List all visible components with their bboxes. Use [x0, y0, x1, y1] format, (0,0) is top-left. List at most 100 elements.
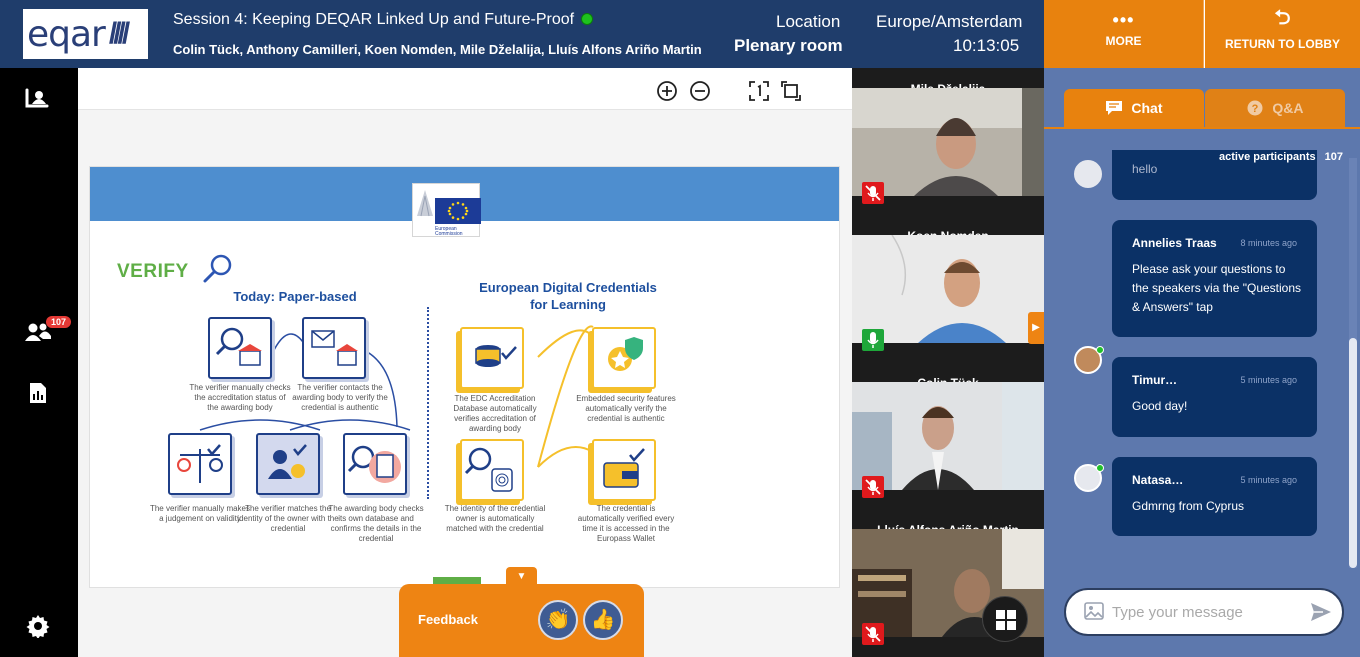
mic-active-icon — [862, 329, 884, 351]
session-title: Session 4: Keeping DEQAR Linked Up and F… — [173, 11, 593, 29]
more-button[interactable]: ••• MORE — [1044, 0, 1204, 68]
presentation-area: European Commission VERIFY Today: Paper-… — [78, 68, 852, 657]
current-time: 10:13:05 — [953, 36, 1020, 55]
active-participants-label: active participants — [1219, 151, 1316, 163]
tab-chat-label: Chat — [1131, 100, 1163, 116]
grid-icon — [996, 610, 1016, 630]
chat-message: Natasa… 5 minutes ago Gdmrng from Cyprus — [1112, 457, 1317, 536]
more-button-label: MORE — [1105, 34, 1142, 48]
settings-gear-icon[interactable] — [26, 614, 50, 643]
chat-message-list: hello Annelies Traas 8 minutes ago Pleas… — [1044, 150, 1344, 560]
chat-message-author: Annelies Traas — [1132, 236, 1217, 250]
mic-muted-icon — [862, 476, 884, 498]
video-tile[interactable]: Koen Nomden — [852, 215, 1044, 362]
chat-message: Annelies Traas 8 minutes ago Please ask … — [1112, 220, 1317, 337]
active-participants: active participants 107 — [1219, 151, 1343, 163]
send-icon[interactable] — [1310, 602, 1332, 622]
session-title-text: Session 4: Keeping DEQAR Linked Up and F… — [173, 11, 575, 28]
caption-manual-check: The verifier manually checks the accredi… — [189, 383, 291, 412]
video-tiles-column: Mile Dželalija Koen Nomden Colin Tück — [852, 68, 1044, 657]
security-medal-icon — [592, 327, 656, 389]
chat-message-text: Gdmrng from Cyprus — [1132, 499, 1245, 513]
actual-size-icon[interactable] — [748, 80, 770, 102]
session-speakers: Colin Tück, Anthony Camilleri, Koen Nomd… — [173, 42, 702, 57]
online-status-icon — [1096, 346, 1104, 354]
wallet-check-icon — [592, 439, 656, 501]
left-sidebar: 107 — [0, 68, 78, 657]
video-feed — [852, 88, 1044, 196]
return-to-lobby-label: RETURN TO LOBBY — [1224, 37, 1341, 51]
report-chart-icon[interactable] — [28, 382, 48, 409]
tab-qa-label: Q&A — [1272, 100, 1304, 116]
caption-security-features: Embedded security features automatically… — [576, 394, 676, 423]
logo-text: eqar — [27, 13, 106, 55]
feedback-label: Feedback — [418, 612, 478, 627]
chat-message-time: 5 minutes ago — [1240, 475, 1297, 485]
question-bubble-icon: ? — [1247, 100, 1263, 116]
search-building-icon — [208, 317, 272, 379]
feedback-panel: Feedback 👏 👍 — [399, 584, 644, 657]
chat-message: Timur… 5 minutes ago Good day! — [1112, 357, 1317, 437]
avatar — [1074, 160, 1102, 188]
return-to-lobby-button[interactable]: ⮌ RETURN TO LOBBY — [1205, 0, 1360, 68]
location-label: Location — [776, 12, 841, 31]
caption-contact-body: The verifier contacts the awarding body … — [292, 383, 388, 412]
contact-card-icon[interactable] — [24, 88, 50, 115]
caption-edc-accreditation: The EDC Accreditation Database automatic… — [453, 394, 537, 433]
search-document-icon — [343, 433, 407, 495]
live-status-icon — [580, 13, 593, 25]
video-next-button[interactable]: ▶ — [1028, 312, 1044, 344]
location-value: Plenary room — [734, 36, 843, 55]
participants-count-badge: 107 — [46, 316, 72, 328]
person-badge-icon — [256, 433, 320, 495]
chat-scrollbar-thumb[interactable] — [1349, 338, 1357, 568]
avatar — [1074, 464, 1104, 492]
video-tile[interactable]: Colin Tück — [852, 362, 1044, 509]
database-check-icon — [460, 327, 524, 389]
fullscreen-icon[interactable] — [780, 80, 802, 102]
caption-identity-match: The identity of the credential owner is … — [444, 504, 546, 533]
video-feed — [852, 382, 1044, 490]
presentation-slide: European Commission VERIFY Today: Paper-… — [89, 166, 840, 588]
avatar — [1074, 346, 1104, 374]
presentation-toolbar — [78, 68, 852, 110]
tab-chat[interactable]: Chat — [1064, 89, 1204, 127]
chat-message-author: Timur… — [1132, 373, 1178, 387]
active-participants-count: 107 — [1324, 151, 1344, 163]
chat-message-text: Good day! — [1132, 399, 1188, 413]
tab-qa[interactable]: ? Q&A — [1205, 89, 1345, 127]
mail-building-icon — [302, 317, 366, 379]
more-dots-icon: ••• — [1112, 10, 1135, 30]
chat-panel: Chat ? Q&A hello Annelies Traas 8 minute… — [1044, 68, 1360, 657]
video-tile[interactable]: Mile Dželalija — [852, 68, 1044, 215]
zoom-in-icon[interactable] — [656, 80, 678, 102]
tab-underline — [1044, 127, 1360, 129]
fingerprint-search-icon — [460, 439, 524, 501]
scales-icon — [168, 433, 232, 495]
online-status-icon — [1096, 464, 1104, 472]
clap-reaction-button[interactable]: 👏 — [538, 600, 578, 640]
mic-muted-icon — [862, 623, 884, 645]
chat-message-text: Please ask your questions to the speaker… — [1132, 262, 1302, 314]
thumbs-up-reaction-button[interactable]: 👍 — [583, 600, 623, 640]
image-attach-icon[interactable] — [1084, 602, 1104, 620]
caption-database-check: The awarding body checks its own databas… — [328, 504, 424, 543]
grid-layout-button[interactable] — [982, 596, 1028, 642]
eqar-logo[interactable]: eqar //// — [23, 9, 148, 59]
chat-bubble-icon — [1106, 101, 1123, 115]
chat-message-time: 8 minutes ago — [1240, 238, 1297, 248]
chat-message-author: Natasa… — [1132, 473, 1184, 487]
timezone-label: Europe/Amsterdam — [876, 12, 1023, 31]
app-root: eqar //// Session 4: Keeping DEQAR Linke… — [0, 0, 1360, 657]
caption-europass-wallet: The credential is automatically verified… — [577, 504, 675, 543]
chat-input-box — [1064, 588, 1344, 636]
return-arrow-icon: ⮌ — [1274, 7, 1291, 29]
logo-stripes: //// — [108, 17, 130, 50]
chat-message-input[interactable] — [1112, 602, 1302, 622]
top-bar: eqar //// Session 4: Keeping DEQAR Linke… — [0, 0, 1044, 68]
mic-muted-icon — [862, 182, 884, 204]
video-feed — [852, 234, 1044, 343]
zoom-out-icon[interactable] — [689, 80, 711, 102]
chat-message-time: 5 minutes ago — [1240, 375, 1297, 385]
svg-text:?: ? — [1252, 103, 1259, 115]
